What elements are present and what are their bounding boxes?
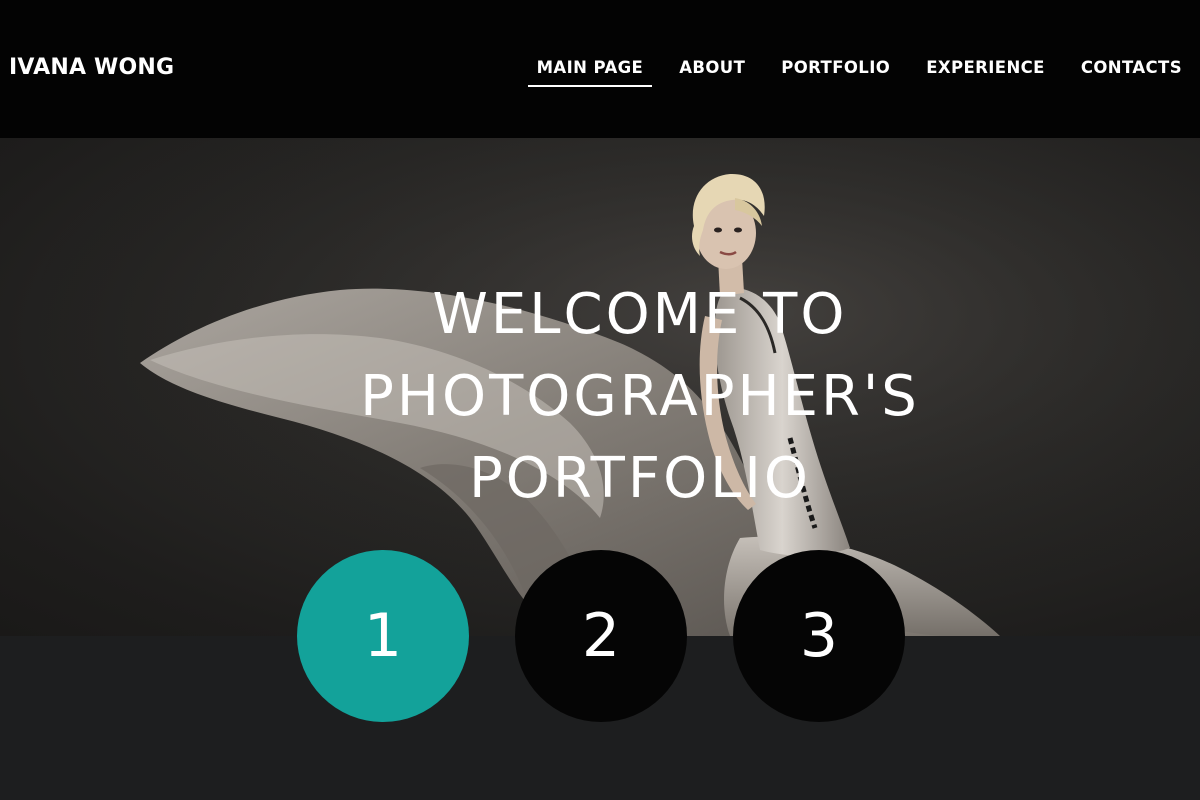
nav-item-portfolio[interactable]: PORTFOLIO (772, 58, 899, 87)
page: IVANA WONG MAIN PAGE ABOUT PORTFOLIO EXP… (0, 0, 1200, 800)
pager-dot-3[interactable]: 3 (733, 550, 905, 722)
pager-dot-1[interactable]: 1 (297, 550, 469, 722)
hero-title-line-1: WELCOME TO (432, 282, 848, 347)
site-logo[interactable]: IVANA WONG (9, 55, 174, 80)
nav-item-main-page[interactable]: MAIN PAGE (527, 58, 653, 87)
hero-title-line-2: PHOTOGRAPHER'S (360, 364, 920, 429)
nav-item-experience[interactable]: EXPERIENCE (917, 58, 1054, 87)
main-nav: MAIN PAGE ABOUT PORTFOLIO EXPERIENCE CON… (510, 58, 1191, 87)
hero-title-line-3: PORTFOLIO (469, 446, 811, 511)
pager-dot-2[interactable]: 2 (515, 550, 687, 722)
site-header: IVANA WONG MAIN PAGE ABOUT PORTFOLIO EXP… (0, 0, 1200, 138)
nav-item-contacts[interactable]: CONTACTS (1072, 58, 1191, 87)
nav-item-about[interactable]: ABOUT (670, 58, 754, 87)
hero-title: WELCOME TO PHOTOGRAPHER'S PORTFOLIO (40, 274, 1200, 520)
